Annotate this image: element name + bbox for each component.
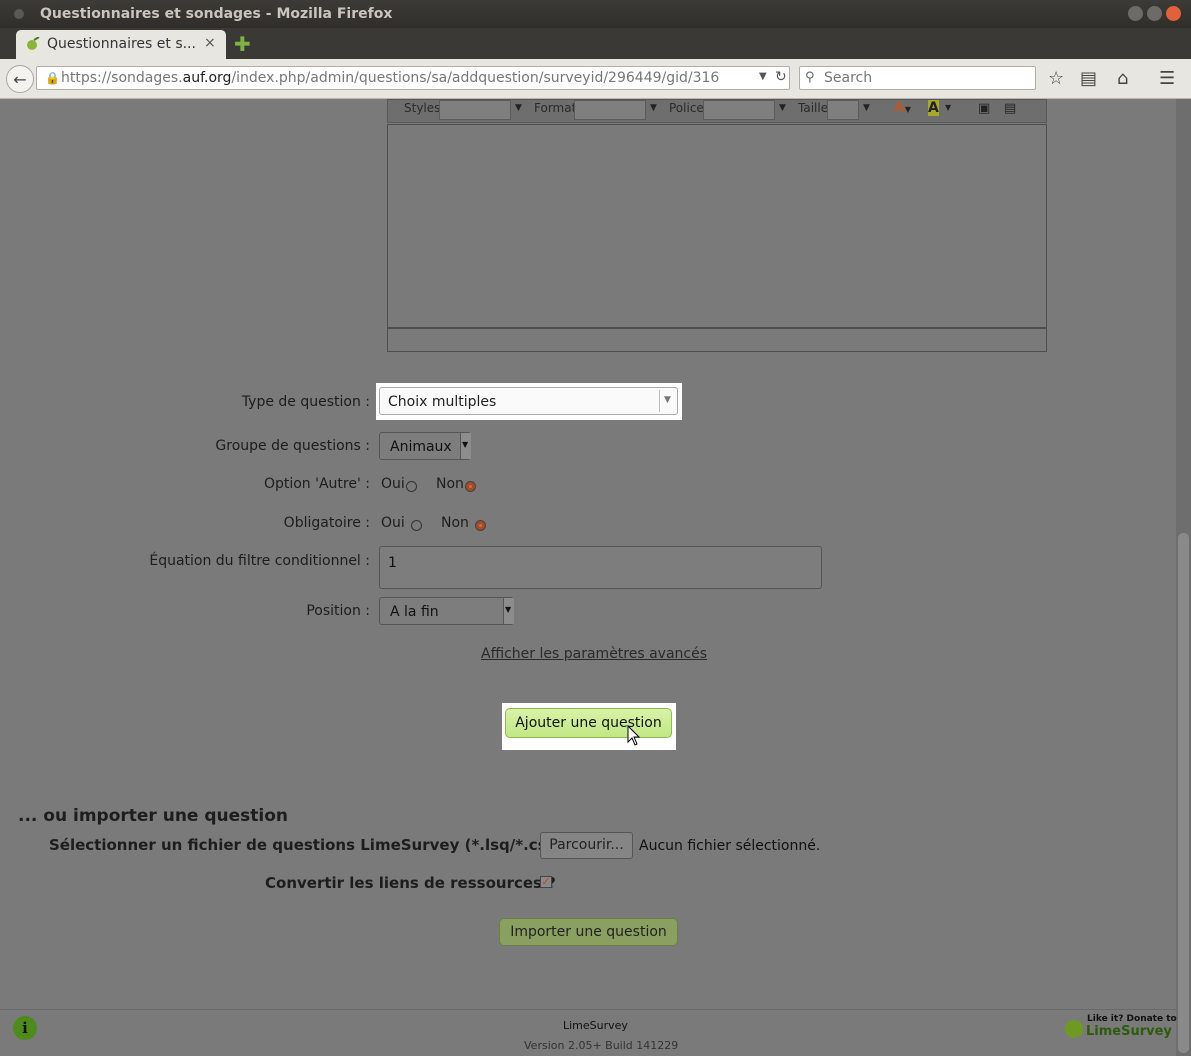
mandatory-no-label: Non: [441, 515, 469, 531]
question-type-select[interactable]: Choix multiples ▼: [379, 387, 678, 415]
tab-close-icon[interactable]: ×: [204, 35, 216, 51]
other-yes-radio[interactable]: [406, 481, 417, 492]
donate-line1: Like it? Donate to: [1087, 1014, 1177, 1024]
bookmark-star-icon[interactable]: ☆: [1048, 68, 1064, 89]
tab-label: Questionnaires et s...: [47, 36, 196, 52]
police-dropdown-icon[interactable]: ▼: [779, 103, 786, 113]
import-section-title: ... ou importer une question: [18, 806, 289, 826]
source-icon[interactable]: ▤: [1004, 101, 1016, 116]
mandatory-label: Obligatoire :: [283, 515, 370, 531]
police-label: Police: [669, 101, 704, 115]
limesurvey-favicon-icon: [27, 37, 40, 50]
footer-version: Version 2.05+ Build 141229: [524, 1039, 679, 1052]
taille-select[interactable]: [827, 100, 859, 120]
styles-dropdown-icon[interactable]: ▼: [515, 103, 522, 113]
mandatory-yes-radio[interactable]: [411, 520, 422, 531]
reload-icon[interactable]: ↻: [775, 69, 787, 85]
back-button[interactable]: ←: [6, 65, 34, 93]
question-group-value: Animaux: [390, 439, 452, 455]
url-history-dropdown-icon[interactable]: ▼: [759, 71, 767, 82]
mouse-cursor-icon: [627, 725, 641, 746]
maximize-editor-icon[interactable]: ▣: [978, 101, 990, 116]
question-group-label: Groupe de questions :: [215, 438, 370, 454]
search-icon: ⚲: [805, 70, 815, 85]
import-question-button[interactable]: Importer une question: [499, 918, 678, 946]
taille-label: Taille: [798, 101, 829, 115]
mandatory-no-radio[interactable]: [475, 520, 486, 531]
select-separator: [659, 390, 660, 412]
lock-icon: 🔒: [45, 71, 60, 85]
url-bar[interactable]: 🔒 https://sondages.auf.org/index.php/adm…: [36, 66, 790, 90]
donate-line2: LimeSurvey: [1086, 1024, 1172, 1039]
question-group-dropdown[interactable]: ▼: [460, 433, 471, 459]
minimize-button[interactable]: [1128, 6, 1143, 21]
text-color-icon[interactable]: A▼: [894, 100, 911, 116]
lime-logo-icon: [1065, 1020, 1083, 1038]
new-tab-button[interactable]: ✚: [234, 32, 251, 56]
convert-links-checkbox[interactable]: ✓: [540, 876, 552, 888]
question-type-value: Choix multiples: [388, 394, 497, 410]
menu-icon[interactable]: ☰: [1159, 68, 1175, 89]
tab-questionnaires[interactable]: Questionnaires et s... ×: [16, 30, 226, 59]
position-value: A la fin: [390, 604, 439, 620]
window-title: Questionnaires et sondages - Mozilla Fir…: [40, 6, 393, 22]
background-color-icon[interactable]: A: [928, 100, 939, 116]
window-menu-icon[interactable]: [14, 9, 24, 19]
other-no-label: Non: [436, 476, 464, 492]
format-label: Format: [534, 101, 577, 115]
editor-statusbar: [387, 328, 1047, 352]
other-yes-label: Oui: [381, 476, 405, 492]
chevron-down-icon[interactable]: ▼: [664, 395, 671, 405]
mandatory-yes-label: Oui: [381, 515, 405, 531]
reading-list-icon[interactable]: ▤: [1080, 68, 1097, 89]
scrollbar-thumb[interactable]: [1178, 533, 1189, 1053]
position-label: Position :: [306, 603, 370, 619]
browse-button[interactable]: Parcourir...: [540, 832, 633, 859]
styles-select[interactable]: [439, 100, 511, 120]
chevron-down-icon: ▼: [462, 440, 469, 449]
convert-links-label: Convertir les liens de ressources ?: [265, 874, 556, 892]
close-window-button[interactable]: [1166, 6, 1181, 21]
condition-equation-label: Équation du filtre conditionnel :: [149, 553, 370, 569]
footer-divider: [0, 1009, 1176, 1010]
format-dropdown-icon[interactable]: ▼: [650, 103, 657, 113]
condition-equation-field[interactable]: 1: [379, 546, 822, 589]
maximize-button[interactable]: [1147, 6, 1162, 21]
police-select[interactable]: [703, 100, 775, 120]
search-placeholder: Search: [824, 70, 873, 86]
position-dropdown[interactable]: ▼: [503, 598, 514, 624]
search-bar[interactable]: ⚲ Search: [799, 66, 1036, 90]
question-type-label: Type de question :: [241, 394, 370, 410]
no-file-text: Aucun fichier sélectionné.: [639, 838, 821, 854]
donate-link[interactable]: Like it? Donate to LimeSurvey: [1065, 1014, 1177, 1044]
info-icon[interactable]: i: [13, 1016, 37, 1040]
footer-app-name: LimeSurvey: [563, 1019, 628, 1032]
other-no-radio[interactable]: [465, 481, 476, 492]
styles-label: Styles: [404, 101, 441, 115]
window-titlebar: Questionnaires et sondages - Mozilla Fir…: [0, 0, 1191, 28]
url-text: https://sondages.auf.org/index.php/admin…: [61, 70, 720, 86]
advanced-settings-link[interactable]: Afficher les paramètres avancés: [481, 646, 707, 662]
position-select[interactable]: A la fin ▼: [379, 597, 514, 625]
condition-equation-value: 1: [388, 555, 397, 571]
other-option-label: Option 'Autre' :: [263, 476, 370, 492]
add-question-button[interactable]: Ajouter une question: [505, 708, 672, 738]
question-group-select[interactable]: Animaux ▼: [379, 432, 471, 460]
taille-dropdown-icon[interactable]: ▼: [863, 103, 870, 113]
home-icon[interactable]: ⌂: [1117, 68, 1128, 89]
format-select[interactable]: [574, 100, 646, 120]
editor-area[interactable]: [387, 124, 1047, 328]
chevron-down-icon: ▼: [505, 605, 512, 614]
background-color-dropdown-icon[interactable]: ▼: [945, 103, 951, 112]
select-file-label: Sélectionner un fichier de questions Lim…: [49, 836, 570, 854]
